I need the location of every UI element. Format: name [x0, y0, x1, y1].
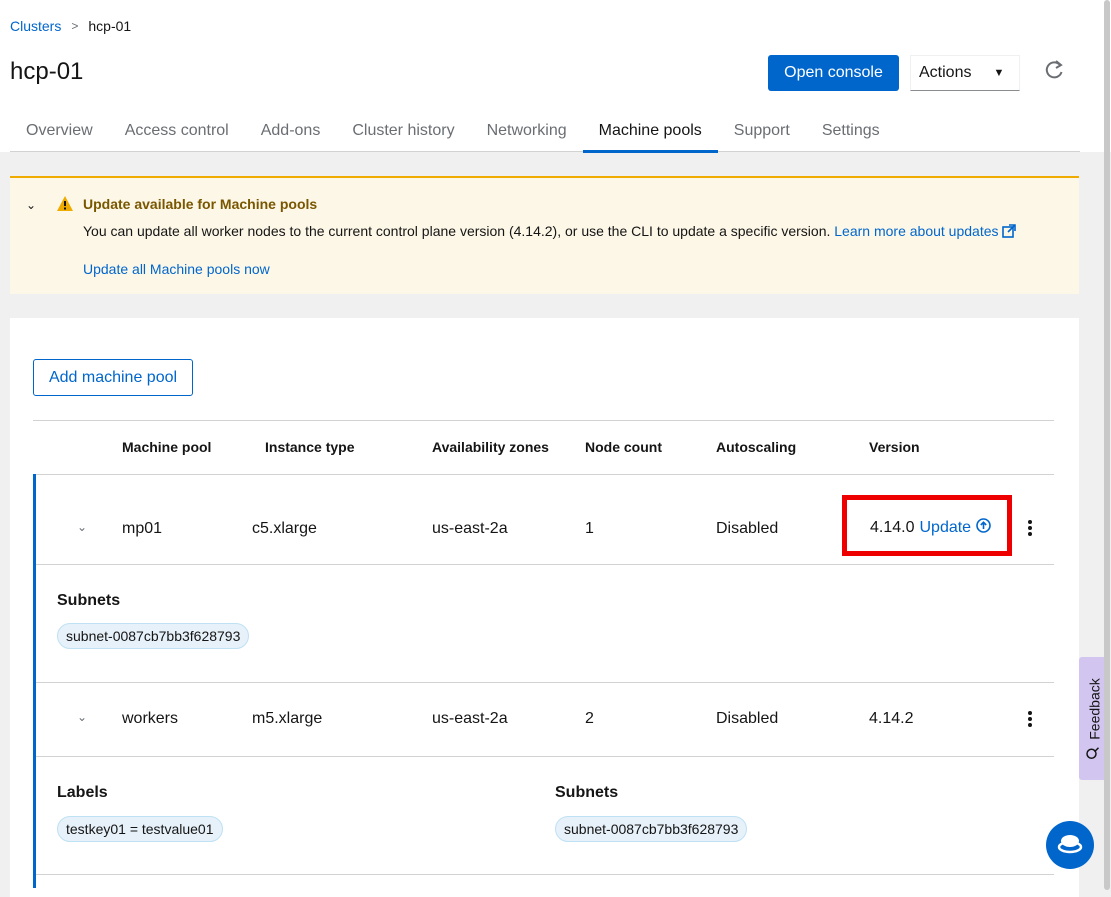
- row-mp01-kebab-menu[interactable]: [1026, 518, 1034, 538]
- table-top-divider: [33, 420, 1054, 421]
- breadcrumb: Clusters > hcp-01: [10, 18, 131, 34]
- alert-body-text: You can update all worker nodes to the c…: [83, 223, 831, 239]
- tab-overview[interactable]: Overview: [10, 112, 109, 152]
- page-title: hcp-01: [10, 58, 84, 85]
- tab-settings[interactable]: Settings: [806, 112, 896, 152]
- feedback-tab-content: Feedback: [1085, 678, 1102, 759]
- tab-access-control[interactable]: Access control: [109, 112, 245, 152]
- machine-pools-card: Add machine pool Machine pool Instance t…: [10, 318, 1079, 897]
- column-header-version: Version: [869, 439, 920, 455]
- learn-more-link[interactable]: Learn more about updates: [834, 223, 1016, 241]
- row-mp01-version-cell: 4.14.0 Update: [870, 518, 991, 538]
- feedback-icon: [1085, 745, 1102, 759]
- workers-labels-label: Labels: [57, 784, 108, 801]
- alert-title: Update available for Machine pools: [83, 196, 318, 212]
- chevron-down-icon[interactable]: ⌄: [77, 710, 87, 724]
- alert-description: You can update all worker nodes to the c…: [83, 223, 1016, 241]
- update-version-link[interactable]: Update: [919, 518, 991, 538]
- column-header-machine-pool: Machine pool: [122, 439, 212, 455]
- mp01-subnet-chip: subnet-0087cb7bb3f628793: [57, 623, 250, 649]
- warning-icon: [56, 195, 74, 217]
- row-mp01-zones: us-east-2a: [432, 520, 508, 537]
- row-mp01-node-count: 1: [585, 520, 594, 537]
- row-divider: [36, 682, 1054, 683]
- breadcrumb-clusters-link[interactable]: Clusters: [10, 18, 61, 34]
- arrow-circle-up-icon: [975, 518, 991, 538]
- row-divider: [36, 756, 1054, 757]
- row-workers-autoscaling: Disabled: [716, 710, 779, 727]
- tab-support[interactable]: Support: [718, 112, 806, 152]
- actions-dropdown-label: Actions: [919, 64, 972, 81]
- tab-machine-pools[interactable]: Machine pools: [582, 112, 718, 153]
- learn-more-label: Learn more about updates: [834, 223, 999, 239]
- workers-label-chip: testkey01 = testvalue01: [57, 816, 223, 842]
- tab-add-ons[interactable]: Add-ons: [245, 112, 337, 152]
- row-mp01-autoscaling: Disabled: [716, 520, 779, 537]
- row-workers-version: 4.14.2: [869, 710, 914, 727]
- row-mp01-name: mp01: [122, 520, 163, 537]
- cluster-tabs: Overview Access control Add-ons Cluster …: [10, 112, 1080, 153]
- update-all-machine-pools-link[interactable]: Update all Machine pools now: [83, 261, 270, 277]
- chat-icon: [1057, 832, 1083, 859]
- workers-subnet-chip: subnet-0087cb7bb3f628793: [555, 816, 748, 842]
- add-machine-pool-button[interactable]: Add machine pool: [33, 359, 193, 396]
- workers-subnets-label: Subnets: [555, 784, 619, 801]
- chevron-down-icon[interactable]: ⌄: [26, 198, 36, 212]
- mp01-subnets-label: Subnets: [57, 592, 121, 609]
- row-divider: [36, 874, 1054, 875]
- row-workers-kebab-menu[interactable]: [1026, 709, 1034, 729]
- page-header: Clusters > hcp-01 hcp-01 Open console Ac…: [0, 0, 1111, 153]
- feedback-label: Feedback: [1085, 677, 1102, 740]
- update-link-label: Update: [919, 519, 972, 537]
- column-header-availability-zones: Availability zones: [432, 439, 549, 455]
- column-header-autoscaling: Autoscaling: [716, 439, 797, 455]
- open-console-button[interactable]: Open console: [768, 55, 899, 91]
- row-workers-instance-type: m5.xlarge: [252, 710, 323, 727]
- row-divider: [36, 564, 1054, 565]
- row-mp01-version: 4.14.0: [870, 519, 915, 536]
- chevron-down-icon[interactable]: ⌄: [77, 520, 87, 534]
- row-mp01-instance-type: c5.xlarge: [252, 520, 317, 537]
- tab-networking[interactable]: Networking: [471, 112, 583, 152]
- breadcrumb-current: hcp-01: [88, 18, 132, 34]
- chat-assistant-button[interactable]: [1046, 821, 1094, 869]
- row-workers-zones: us-east-2a: [432, 710, 508, 727]
- tab-cluster-history[interactable]: Cluster history: [336, 112, 470, 152]
- column-header-instance-type: Instance type: [265, 439, 355, 455]
- column-header-node-count: Node count: [585, 439, 662, 455]
- external-link-icon: [1001, 224, 1016, 241]
- update-alert: ⌄ Update available for Machine pools You…: [10, 176, 1079, 294]
- row-workers-name: workers: [122, 710, 179, 727]
- refresh-icon[interactable]: [1044, 60, 1064, 82]
- breadcrumb-separator: >: [71, 19, 79, 33]
- caret-down-icon: ▼: [993, 67, 1005, 79]
- header-divider: [33, 474, 1054, 475]
- page-scrollbar[interactable]: [1104, 0, 1110, 890]
- expanded-rows-indicator: [33, 474, 36, 888]
- row-workers-node-count: 2: [585, 710, 594, 727]
- actions-dropdown[interactable]: Actions ▼: [910, 55, 1020, 91]
